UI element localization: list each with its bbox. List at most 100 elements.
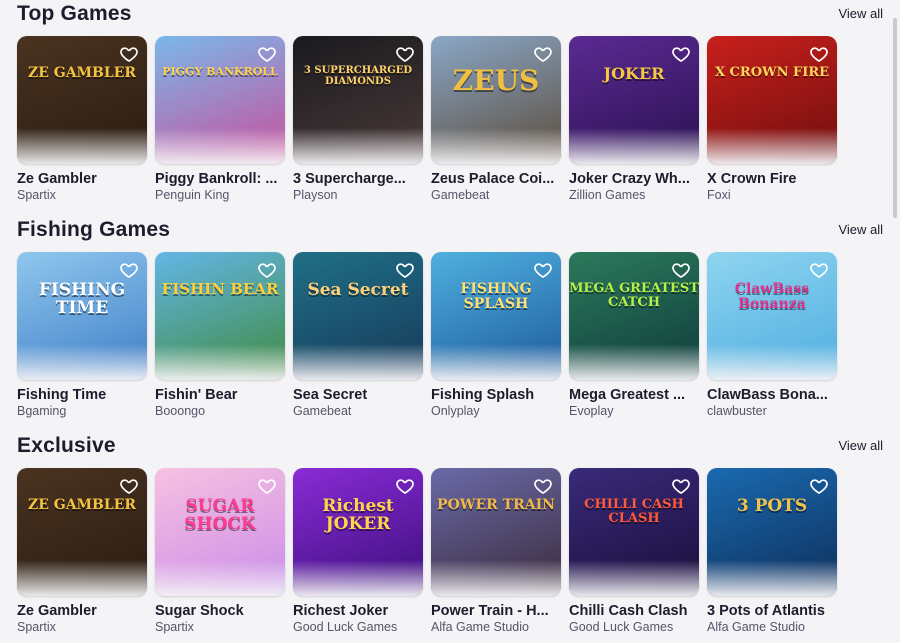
thumbnail-fade <box>155 560 285 596</box>
favorite-heart-icon[interactable] <box>533 476 553 496</box>
game-card[interactable]: JOKER Joker Crazy Wh... Zillion Games <box>569 36 699 202</box>
game-card[interactable]: 3 SUPERCHARGED DIAMONDS 3 Supercharge... P… <box>293 36 423 202</box>
game-thumbnail[interactable]: SUGAR SHOCK <box>155 468 285 596</box>
game-title: X Crown Fire <box>707 171 797 187</box>
game-thumbnail[interactable]: ClawBass Bonanza <box>707 252 837 380</box>
game-provider: Spartix <box>17 188 56 202</box>
thumbnail-fade <box>707 128 837 164</box>
game-thumbnail[interactable]: X CROWN FIRE <box>707 36 837 164</box>
favorite-heart-icon[interactable] <box>533 260 553 280</box>
favorite-heart-icon[interactable] <box>809 260 829 280</box>
favorite-heart-icon[interactable] <box>119 260 139 280</box>
game-thumbnail[interactable]: ZE GAMBLER <box>17 468 147 596</box>
favorite-heart-icon[interactable] <box>257 476 277 496</box>
favorite-heart-icon[interactable] <box>395 44 415 64</box>
section-header: Exclusive View all <box>17 432 883 462</box>
game-title: 3 Pots of Atlantis <box>707 603 825 619</box>
game-title: Chilli Cash Clash <box>569 603 688 619</box>
game-title: Piggy Bankroll: ... <box>155 171 278 187</box>
favorite-heart-icon[interactable] <box>671 44 691 64</box>
game-card[interactable]: SUGAR SHOCK Sugar Shock Spartix <box>155 468 285 634</box>
game-logo-art: X CROWN FIRE <box>714 65 830 80</box>
game-logo-art: FISHING TIME <box>38 280 126 318</box>
section-header: Top Games View all <box>17 0 883 30</box>
game-card[interactable]: Sea Secret Sea Secret Gamebeat <box>293 252 423 418</box>
game-title: Mega Greatest ... <box>569 387 686 403</box>
game-thumbnail[interactable]: Sea Secret <box>293 252 423 380</box>
game-card[interactable]: FISHING TIME Fishing Time Bgaming <box>17 252 147 418</box>
game-row: ZE GAMBLER Ze Gambler Spartix PIGGY BANKROL… <box>17 36 847 206</box>
game-card[interactable]: POWER TRAIN Power Train - H... Alfa Game S… <box>431 468 561 634</box>
game-card[interactable]: ZE GAMBLER Ze Gambler Spartix <box>17 36 147 202</box>
game-card[interactable]: CHILLI CASH CLASH Chilli Cash Clash Good L… <box>569 468 699 634</box>
game-provider: Bgaming <box>17 404 67 418</box>
thumbnail-fade <box>569 344 699 380</box>
vertical-scrollbar[interactable] <box>892 0 898 643</box>
game-thumbnail[interactable]: 3 POTS <box>707 468 837 596</box>
game-thumbnail[interactable]: MEGA GREATEST CATCH <box>569 252 699 380</box>
game-card[interactable]: ZE GAMBLER Ze Gambler Spartix <box>17 468 147 634</box>
game-thumbnail[interactable]: FISHIN BEAR <box>155 252 285 380</box>
game-logo-art: FISHIN BEAR <box>161 280 279 298</box>
game-logo-art: Sea Secret <box>307 280 409 300</box>
thumbnail-fade <box>293 560 423 596</box>
favorite-heart-icon[interactable] <box>533 44 553 64</box>
view-all-link[interactable]: View all <box>838 6 883 21</box>
game-title: Richest Joker <box>293 603 389 619</box>
game-provider: Penguin King <box>155 188 230 202</box>
view-all-link[interactable]: View all <box>838 438 883 453</box>
favorite-heart-icon[interactable] <box>671 260 691 280</box>
game-card[interactable]: MEGA GREATEST CATCH Mega Greatest ... Evop… <box>569 252 699 418</box>
game-thumbnail[interactable]: CHILLI CASH CLASH <box>569 468 699 596</box>
favorite-heart-icon[interactable] <box>395 476 415 496</box>
favorite-heart-icon[interactable] <box>809 476 829 496</box>
game-logo-art: Richest JOKER <box>322 496 394 534</box>
favorite-heart-icon[interactable] <box>119 44 139 64</box>
favorite-heart-icon[interactable] <box>119 476 139 496</box>
game-provider: Booongo <box>155 404 206 418</box>
game-provider: Alfa Game Studio <box>431 620 529 634</box>
game-title: Power Train - H... <box>431 603 549 619</box>
game-thumbnail[interactable]: POWER TRAIN <box>431 468 561 596</box>
favorite-heart-icon[interactable] <box>257 44 277 64</box>
game-thumbnail[interactable]: ZEUS <box>431 36 561 164</box>
view-all-link[interactable]: View all <box>838 222 883 237</box>
favorite-heart-icon[interactable] <box>671 476 691 496</box>
game-provider: Alfa Game Studio <box>707 620 805 634</box>
thumbnail-fade <box>17 344 147 380</box>
thumbnail-fade <box>293 128 423 164</box>
game-provider: Spartix <box>155 620 194 634</box>
game-card[interactable]: X CROWN FIRE X Crown Fire Foxi <box>707 36 837 202</box>
game-logo-art: ZE GAMBLER <box>27 497 137 513</box>
game-thumbnail[interactable]: Richest JOKER <box>293 468 423 596</box>
game-card[interactable]: FISHING SPLASH Fishing Splash Onlyplay <box>431 252 561 418</box>
thumbnail-fade <box>707 560 837 596</box>
game-logo-art: MEGA GREATEST CATCH <box>569 281 699 310</box>
game-thumbnail[interactable]: PIGGY BANKROLL <box>155 36 285 164</box>
game-provider: Gamebeat <box>431 188 490 202</box>
section-title: Fishing Games <box>17 218 171 241</box>
thumbnail-fade <box>569 128 699 164</box>
game-card[interactable]: ZEUS Zeus Palace Coi... Gamebeat <box>431 36 561 202</box>
game-card[interactable]: Richest JOKER Richest Joker Good Luck Game… <box>293 468 423 634</box>
game-thumbnail[interactable]: 3 SUPERCHARGED DIAMONDS <box>293 36 423 164</box>
favorite-heart-icon[interactable] <box>257 260 277 280</box>
game-logo-art: PIGGY BANKROLL <box>162 65 278 78</box>
game-card[interactable]: 3 POTS 3 Pots of Atlantis Alfa Game Studio <box>707 468 837 634</box>
scrollbar-thumb[interactable] <box>893 18 897 218</box>
game-title: 3 Supercharge... <box>293 171 406 187</box>
game-provider: Evoplay <box>569 404 614 418</box>
game-card[interactable]: ClawBass Bonanza ClawBass Bona... clawbust… <box>707 252 837 418</box>
game-card[interactable]: FISHIN BEAR Fishin' Bear Booongo <box>155 252 285 418</box>
game-thumbnail[interactable]: FISHING TIME <box>17 252 147 380</box>
game-provider: Spartix <box>17 620 56 634</box>
game-thumbnail[interactable]: ZE GAMBLER <box>17 36 147 164</box>
game-thumbnail[interactable]: JOKER <box>569 36 699 164</box>
game-card[interactable]: PIGGY BANKROLL Piggy Bankroll: ... Penguin… <box>155 36 285 202</box>
game-logo-art: CHILLI CASH CLASH <box>584 497 684 526</box>
game-thumbnail[interactable]: FISHING SPLASH <box>431 252 561 380</box>
favorite-heart-icon[interactable] <box>809 44 829 64</box>
favorite-heart-icon[interactable] <box>395 260 415 280</box>
game-title: Joker Crazy Wh... <box>569 171 690 187</box>
game-provider: clawbuster <box>707 404 767 418</box>
